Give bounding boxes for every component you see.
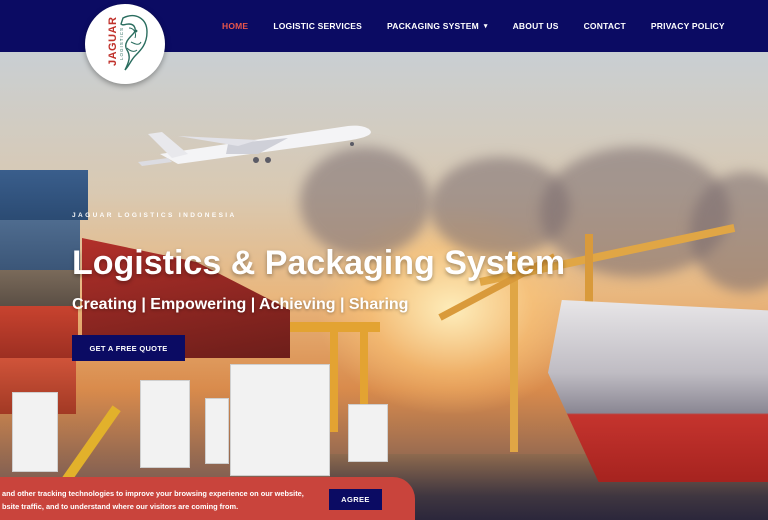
agree-button[interactable]: AGREE [329, 489, 382, 510]
crane [60, 405, 121, 485]
site-logo[interactable]: JAGUAR LOGISTICS [85, 4, 165, 84]
get-quote-button[interactable]: GET A FREE QUOTE [72, 335, 185, 361]
container-stack [0, 220, 80, 270]
hero-title: Logistics & Packaging System [72, 244, 566, 282]
nav-item-label: PACKAGING SYSTEM [387, 21, 479, 31]
container-stack [0, 270, 80, 306]
cookie-message-line: bsite traffic, and to understand where o… [2, 502, 239, 511]
svg-text:LOGISTICS: LOGISTICS [119, 27, 124, 60]
nav-item-about-us[interactable]: ABOUT US [513, 21, 559, 31]
svg-text:JAGUAR: JAGUAR [107, 17, 119, 66]
nav-item-label: LOGISTIC SERVICES [273, 21, 363, 31]
nav-item-label: PRIVACY POLICY [650, 21, 725, 31]
truck [230, 364, 330, 476]
nav-item-home[interactable]: HOME [222, 21, 248, 31]
cookie-consent-bar: and other tracking technologies to impro… [0, 477, 415, 520]
truck [205, 398, 229, 464]
nav-item-label: CONTACT [583, 21, 626, 31]
nav-item-packaging-system[interactable]: PACKAGING SYSTEM ▾ [387, 21, 488, 31]
truck [12, 392, 58, 472]
container-stack [0, 306, 78, 358]
nav-item-privacy-policy[interactable]: PRIVACY POLICY [651, 21, 725, 31]
truck [140, 380, 190, 468]
nav-item-logistic-services[interactable]: LOGISTIC SERVICES [273, 21, 362, 31]
nav-item-label: HOME [222, 21, 249, 31]
nav-item-label: ABOUT US [512, 21, 559, 31]
jaguar-logo-icon: JAGUAR LOGISTICS [107, 14, 148, 71]
hero-subtitle: Creating | Empowering | Achieving | Shar… [72, 296, 409, 313]
main-nav: HOME LOGISTIC SERVICES PACKAGING SYSTEM … [222, 0, 750, 52]
hero-section: JAGUAR LOGISTICS INDONESIA Logistics & P… [0, 52, 768, 520]
cookie-message: and other tracking technologies to impro… [2, 487, 312, 513]
nav-item-contact[interactable]: CONTACT [584, 21, 626, 31]
hero-kicker: JAGUAR LOGISTICS INDONESIA [72, 212, 237, 219]
airplane-image [138, 125, 371, 166]
crane [330, 322, 338, 432]
cookie-message-line: and other tracking technologies to impro… [2, 489, 304, 498]
truck [348, 404, 388, 462]
chevron-down-icon: ▾ [483, 23, 488, 30]
